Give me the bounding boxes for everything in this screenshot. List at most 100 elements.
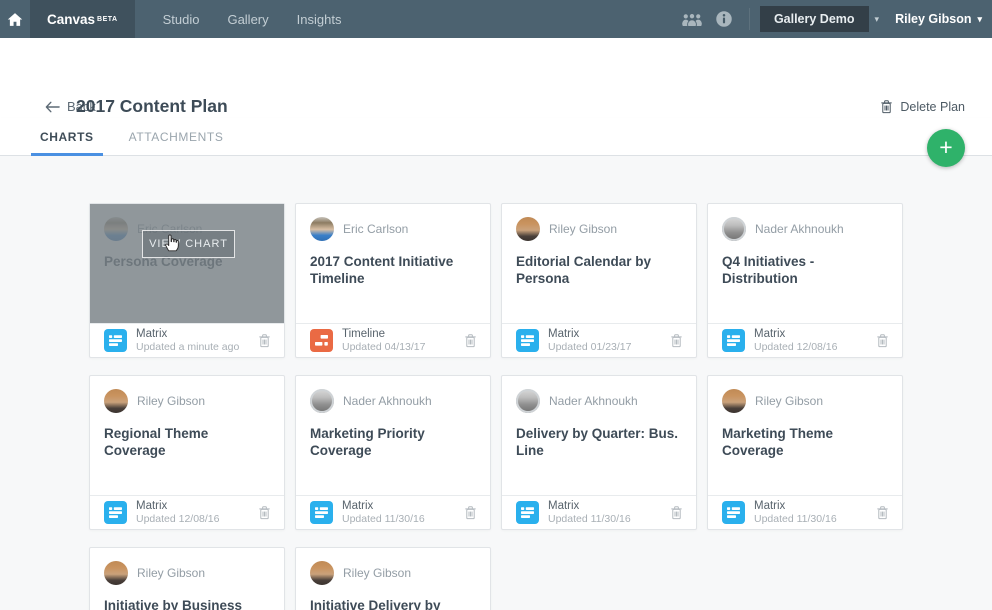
chart-card[interactable]: Riley Gibson Marketing Theme Coverage Ma… — [707, 375, 903, 530]
trash-icon — [259, 334, 270, 348]
add-chart-button[interactable]: + — [927, 129, 965, 167]
trash-icon — [465, 506, 476, 520]
chart-type-icon — [722, 501, 745, 524]
chart-card[interactable]: Riley Gibson Initiative Delivery by Obje… — [295, 547, 491, 610]
chart-title: Q4 Initiatives - Distribution — [722, 254, 815, 286]
info-button[interactable] — [709, 10, 739, 28]
info-icon — [716, 11, 732, 27]
chart-type-icon — [104, 501, 127, 524]
chart-card[interactable]: Nader Akhnoukh Q4 Initiatives - Distribu… — [707, 203, 903, 358]
chart-type-icon — [722, 329, 745, 352]
delete-chart-button[interactable] — [256, 503, 273, 522]
view-chart-button[interactable]: VIEW CHART — [142, 230, 235, 258]
trash-icon — [465, 334, 476, 348]
owner-avatar — [310, 389, 334, 413]
delete-plan-button[interactable]: Delete Plan — [880, 99, 965, 114]
chart-card[interactable]: Eric Carlson Persona Coverage VIEW CHART — [89, 203, 285, 358]
navbar-right: Gallery Demo ▾ Riley Gibson ▾ — [675, 0, 992, 38]
owner-avatar — [516, 217, 540, 241]
chart-card[interactable]: Nader Akhnoukh Delivery by Quarter: Bus.… — [501, 375, 697, 530]
chart-title: Marketing Priority Coverage — [310, 426, 425, 458]
content-area: Eric Carlson Persona Coverage VIEW CHART — [0, 156, 992, 610]
nav-links: Studio Gallery Insights — [149, 0, 356, 38]
owner-avatar — [722, 217, 746, 241]
card-owner: Riley Gibson — [310, 561, 476, 585]
chart-title: Initiative Delivery by Objective — [310, 598, 441, 610]
chart-card[interactable]: Riley Gibson Initiative by Business Obje… — [89, 547, 285, 610]
tab-charts[interactable]: CHARTS — [31, 118, 103, 156]
delete-chart-button[interactable] — [668, 503, 685, 522]
card-body: Eric Carlson Persona Coverage VIEW CHART — [90, 204, 284, 324]
hand-cursor-icon — [165, 234, 179, 252]
card-footer: Matrix Updated 11/30/16 — [502, 495, 696, 529]
chart-type-label: Matrix — [136, 499, 168, 512]
card-footer: Matrix Updated a minute ago — [90, 323, 284, 357]
delete-chart-button[interactable] — [874, 503, 891, 522]
tabs: CHARTS ATTACHMENTS — [0, 118, 992, 156]
chart-updated-label: Updated 11/30/16 — [754, 513, 837, 526]
card-owner: Eric Carlson — [310, 217, 476, 241]
chart-type-meta: Matrix Updated 11/30/16 — [754, 500, 837, 525]
card-owner: Nader Akhnoukh — [516, 389, 682, 413]
chart-card[interactable]: Riley Gibson Editorial Calendar by Perso… — [501, 203, 697, 358]
page-header: Back 2017 Content Plan Created 07/29/201… — [0, 38, 992, 135]
owner-avatar — [516, 389, 540, 413]
card-owner: Nader Akhnoukh — [310, 389, 476, 413]
chart-title: Regional Theme Coverage — [104, 426, 209, 458]
share-users-button[interactable] — [675, 12, 709, 26]
chart-type-icon — [310, 501, 333, 524]
nav-item-insights[interactable]: Insights — [283, 0, 356, 38]
chevron-down-icon[interactable]: ▾ — [875, 14, 880, 25]
card-owner: Riley Gibson — [104, 389, 270, 413]
owner-name-label: Riley Gibson — [549, 222, 618, 236]
owner-name-label: Eric Carlson — [343, 222, 409, 236]
chart-card[interactable]: Nader Akhnoukh Marketing Priority Covera… — [295, 375, 491, 530]
delete-chart-button[interactable] — [668, 331, 685, 350]
user-menu[interactable]: Riley Gibson ▾ — [895, 12, 982, 26]
people-icon — [682, 13, 702, 26]
chart-type-meta: Matrix Updated 12/08/16 — [136, 500, 220, 525]
chart-type-label: Timeline — [342, 327, 386, 340]
matrix-icon — [521, 335, 534, 346]
nav-item-studio[interactable]: Studio — [149, 0, 214, 38]
matrix-icon — [109, 507, 122, 518]
plus-icon: + — [939, 133, 953, 160]
page-title: 2017 Content Plan — [76, 96, 228, 116]
chart-card[interactable]: Riley Gibson Regional Theme Coverage Mat… — [89, 375, 285, 530]
delete-chart-button[interactable] — [462, 331, 479, 350]
brand-label: Canvas — [47, 11, 96, 27]
owner-name-label: Nader Akhnoukh — [755, 222, 844, 236]
user-name-label: Riley Gibson — [895, 12, 972, 26]
card-hover-overlay: VIEW CHART — [90, 204, 284, 324]
delete-chart-button[interactable] — [874, 331, 891, 350]
card-body: Nader Akhnoukh Q4 Initiatives - Distribu… — [708, 204, 902, 324]
trash-icon — [877, 334, 888, 348]
chart-updated-label: Updated 01/23/17 — [548, 341, 632, 354]
chart-type-label: Matrix — [548, 327, 580, 340]
card-footer: Matrix Updated 11/30/16 — [708, 495, 902, 529]
delete-chart-button[interactable] — [462, 503, 479, 522]
card-owner: Riley Gibson — [722, 389, 888, 413]
owner-avatar — [104, 389, 128, 413]
navbar-divider — [748, 8, 750, 30]
chart-updated-label: Updated 11/30/16 — [548, 513, 631, 526]
delete-chart-button[interactable] — [256, 331, 273, 350]
card-body: Nader Akhnoukh Delivery by Quarter: Bus.… — [502, 376, 696, 496]
nav-item-gallery[interactable]: Gallery — [213, 0, 282, 38]
home-icon — [7, 12, 23, 26]
tab-attachments[interactable]: ATTACHMENTS — [120, 118, 233, 155]
chart-title: Marketing Theme Coverage — [722, 426, 834, 458]
chart-type-meta: Matrix Updated 01/23/17 — [548, 328, 632, 353]
workspace-selector[interactable]: Gallery Demo — [759, 6, 869, 32]
chart-type-icon — [516, 329, 539, 352]
home-button[interactable] — [0, 0, 30, 38]
trash-icon — [671, 334, 682, 348]
chart-type-icon — [104, 329, 127, 352]
chart-title: Editorial Calendar by Persona — [516, 254, 652, 286]
chart-card[interactable]: Eric Carlson 2017 Content Initiative Tim… — [295, 203, 491, 358]
nav-item-canvas[interactable]: Canvas BETA — [30, 0, 135, 38]
trash-icon — [881, 100, 893, 114]
owner-avatar — [310, 561, 334, 585]
matrix-icon — [727, 335, 740, 346]
beta-badge: BETA — [97, 15, 118, 23]
